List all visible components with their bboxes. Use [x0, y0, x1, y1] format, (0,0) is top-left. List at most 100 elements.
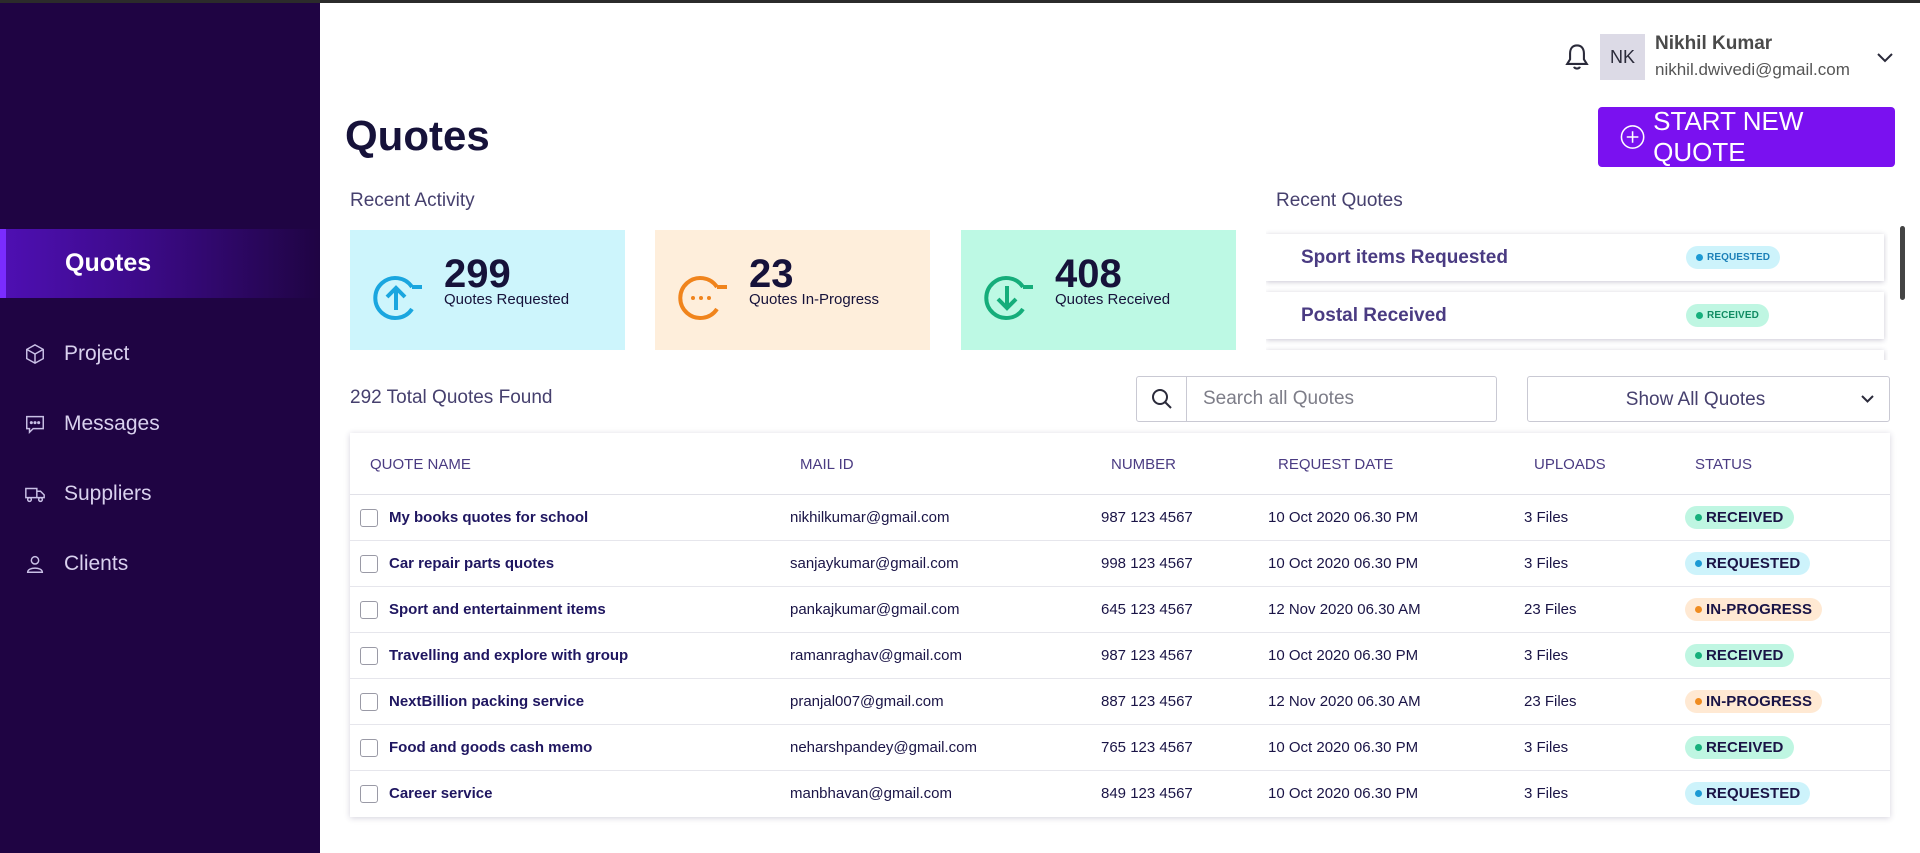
mail-id-cell: manbhavan@gmail.com [790, 785, 952, 802]
user-name: Nikhil Kumar [1655, 33, 1773, 54]
status-badge: IN-PROGRESS [1685, 690, 1823, 713]
number-cell: 998 123 4567 [1101, 555, 1193, 572]
mail-id-cell: ramanraghav@gmail.com [790, 647, 962, 664]
column-header-status[interactable]: STATUS [1695, 456, 1752, 473]
table-row[interactable]: Career service manbhavan@gmail.com 849 123… [350, 771, 1890, 817]
status-dot [1695, 514, 1702, 521]
quote-name-cell[interactable]: Car repair parts quotes [389, 555, 554, 572]
status-badge: RECEIVED [1685, 644, 1794, 667]
search-input[interactable] [1186, 376, 1497, 422]
status-badge: IN-PROGRESS [1685, 598, 1823, 621]
status-badge: RECEIVED [1685, 506, 1794, 529]
request-date-cell: 10 Oct 2020 06.30 PM [1268, 647, 1419, 664]
sidebar-item-label: Suppliers [64, 482, 152, 505]
arrow-down-circle-icon [984, 276, 1033, 320]
sidebar-item-project[interactable]: Project [0, 329, 320, 379]
sidebar-item-label: Messages [64, 412, 160, 435]
number-cell: 645 123 4567 [1101, 601, 1193, 618]
stat-caption: Quotes Requested [444, 291, 570, 308]
quote-name-cell[interactable]: My books quotes for school [389, 509, 588, 526]
stat-card-received[interactable]: 408 Quotes Received [961, 230, 1236, 350]
recent-quotes-scrollbar[interactable] [1900, 226, 1905, 300]
request-date-cell: 10 Oct 2020 06.30 PM [1268, 739, 1419, 756]
status-badge: REQUESTED [1685, 552, 1811, 575]
column-header-request-date[interactable]: REQUEST DATE [1278, 456, 1393, 473]
status-dot [1695, 560, 1702, 567]
row-checkbox[interactable] [360, 647, 378, 665]
uploads-cell: 23 Files [1524, 601, 1577, 618]
mail-id-cell: nikhilkumar@gmail.com [790, 509, 950, 526]
message-icon [26, 415, 44, 435]
plus-circle-icon [1620, 125, 1645, 149]
status-badge: RECEIVED [1685, 736, 1794, 759]
row-checkbox[interactable] [360, 601, 378, 619]
request-date-cell: 10 Oct 2020 06.30 PM [1268, 785, 1419, 802]
status-dot [1695, 606, 1702, 613]
table-row[interactable]: NextBillion packing service pranjal007@gm… [350, 679, 1890, 725]
quote-name-cell[interactable]: Career service [389, 785, 492, 802]
uploads-cell: 3 Files [1524, 647, 1569, 664]
stat-caption: Quotes In-Progress [749, 291, 880, 308]
status-dot [1695, 698, 1702, 705]
row-checkbox[interactable] [360, 693, 378, 711]
sidebar-item-clients[interactable]: Clients [0, 539, 320, 589]
search-button[interactable] [1136, 376, 1187, 422]
status-label: RECEIVED [1706, 647, 1784, 664]
chevron-down-icon[interactable] [1876, 52, 1894, 64]
number-cell: 987 123 4567 [1101, 647, 1193, 664]
row-checkbox[interactable] [360, 739, 378, 757]
quote-filter-select[interactable]: Show All Quotes [1527, 376, 1890, 422]
bell-icon[interactable] [1563, 42, 1591, 72]
row-checkbox[interactable] [360, 509, 378, 527]
row-checkbox[interactable] [360, 555, 378, 573]
mail-id-cell: neharshpandey@gmail.com [790, 739, 977, 756]
dots-circle-icon [678, 276, 727, 320]
quote-name-cell[interactable]: Travelling and explore with group [389, 647, 628, 664]
stat-card-in-progress[interactable]: 23 Quotes In-Progress [655, 230, 930, 350]
request-date-cell: 10 Oct 2020 06.30 PM [1268, 509, 1419, 526]
status-badge: REQUESTED [1686, 246, 1781, 269]
mail-id-cell: pranjal007@gmail.com [790, 693, 944, 710]
mail-id-cell: pankajkumar@gmail.com [790, 601, 960, 618]
request-date-cell: 12 Nov 2020 06.30 AM [1268, 693, 1421, 710]
column-header-uploads[interactable]: UPLOADS [1534, 456, 1606, 473]
row-checkbox[interactable] [360, 785, 378, 803]
table-row[interactable]: My books quotes for school nikhilkumar@gm… [350, 495, 1890, 541]
uploads-cell: 3 Files [1524, 739, 1569, 756]
column-header-mail-id[interactable]: MAIL ID [800, 456, 854, 473]
stat-card-requested[interactable]: 299 Quotes Requested [350, 230, 625, 350]
recent-quote-item[interactable] [1266, 350, 1884, 360]
cube-icon [26, 343, 44, 365]
quote-name-cell[interactable]: NextBillion packing service [389, 693, 584, 710]
number-cell: 887 123 4567 [1101, 693, 1193, 710]
quote-name-cell[interactable]: Food and goods cash memo [389, 739, 592, 756]
sidebar-item-messages[interactable]: Messages [0, 399, 320, 449]
person-icon [26, 555, 44, 573]
recent-quote-item[interactable]: Postal Received RECEIVED [1266, 292, 1884, 339]
status-dot [1695, 652, 1702, 659]
status-badge: RECEIVED [1686, 304, 1769, 327]
mail-id-cell: sanjaykumar@gmail.com [790, 555, 959, 572]
start-new-quote-button[interactable]: START NEW QUOTE [1598, 106, 1895, 167]
sidebar-item-suppliers[interactable]: Suppliers [0, 469, 320, 519]
user-email: nikhil.dwivedi@gmail.com [1655, 60, 1850, 79]
uploads-cell: 3 Files [1524, 509, 1569, 526]
table-header: QUOTE NAME MAIL ID NUMBER REQUEST DATE U… [350, 433, 1890, 495]
table-row[interactable]: Sport and entertainment items pankajkumar… [350, 587, 1890, 633]
chevron-down-icon [1861, 395, 1874, 403]
table-row[interactable]: Car repair parts quotes sanjaykumar@gmail… [350, 541, 1890, 587]
recent-quote-item[interactable]: Sport items Requested REQUESTED [1266, 234, 1884, 281]
table-row[interactable]: Food and goods cash memo neharshpandey@gm… [350, 725, 1890, 771]
truck-icon [25, 487, 45, 503]
recent-quotes-list[interactable]: Sport items Requested REQUESTED Postal R… [1266, 226, 1888, 360]
status-dot [1696, 254, 1703, 261]
avatar[interactable]: NK [1600, 34, 1645, 80]
status-dot [1695, 790, 1702, 797]
table-row[interactable]: Travelling and explore with group ramanra… [350, 633, 1890, 679]
status-label: IN-PROGRESS [1706, 601, 1813, 618]
sidebar-item-quotes[interactable]: Quotes [0, 229, 320, 298]
sidebar-item-label: Quotes [65, 249, 152, 277]
column-header-number[interactable]: NUMBER [1111, 456, 1176, 473]
quote-name-cell[interactable]: Sport and entertainment items [389, 601, 606, 618]
column-header-quote-name[interactable]: QUOTE NAME [370, 456, 471, 473]
